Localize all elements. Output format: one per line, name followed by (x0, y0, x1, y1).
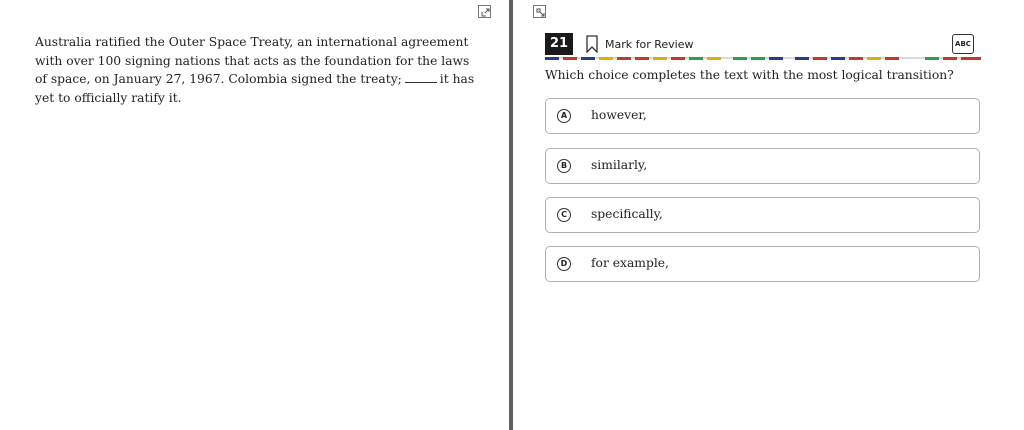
question-prompt: Which choice completes the text with the… (545, 68, 954, 82)
choice-letter-a: A (557, 109, 571, 123)
choice-letter-d: D (557, 257, 571, 271)
question-number: 21 (545, 33, 573, 55)
expand-icon[interactable] (478, 5, 491, 18)
answer-choice-d[interactable]: D for example, (545, 246, 980, 282)
collapse-icon[interactable] (533, 5, 546, 18)
bookmark-icon (586, 35, 598, 53)
question-pane: 21 Mark for Review ABC Which choice comp… (513, 0, 1024, 430)
dashed-separator (545, 57, 981, 60)
choice-text-b: similarly, (591, 158, 648, 172)
choice-text-a: however, (591, 108, 647, 122)
answer-eliminator-button[interactable]: ABC (952, 34, 974, 54)
passage-pane: Australia ratified the Outer Space Treat… (0, 0, 509, 430)
choice-text-d: for example, (591, 256, 669, 270)
choice-letter-c: C (557, 208, 571, 222)
answer-choice-b[interactable]: B similarly, (545, 148, 980, 184)
mark-for-review-button[interactable]: Mark for Review (585, 35, 694, 53)
passage-blank (404, 71, 437, 83)
mark-for-review-label: Mark for Review (605, 37, 694, 51)
passage-text: Australia ratified the Outer Space Treat… (35, 33, 480, 107)
answer-choice-a[interactable]: A however, (545, 98, 980, 134)
choice-text-c: specifically, (591, 207, 663, 221)
abc-icon-label: ABC (955, 40, 971, 48)
choice-letter-b: B (557, 159, 571, 173)
answer-choice-c[interactable]: C specifically, (545, 197, 980, 233)
